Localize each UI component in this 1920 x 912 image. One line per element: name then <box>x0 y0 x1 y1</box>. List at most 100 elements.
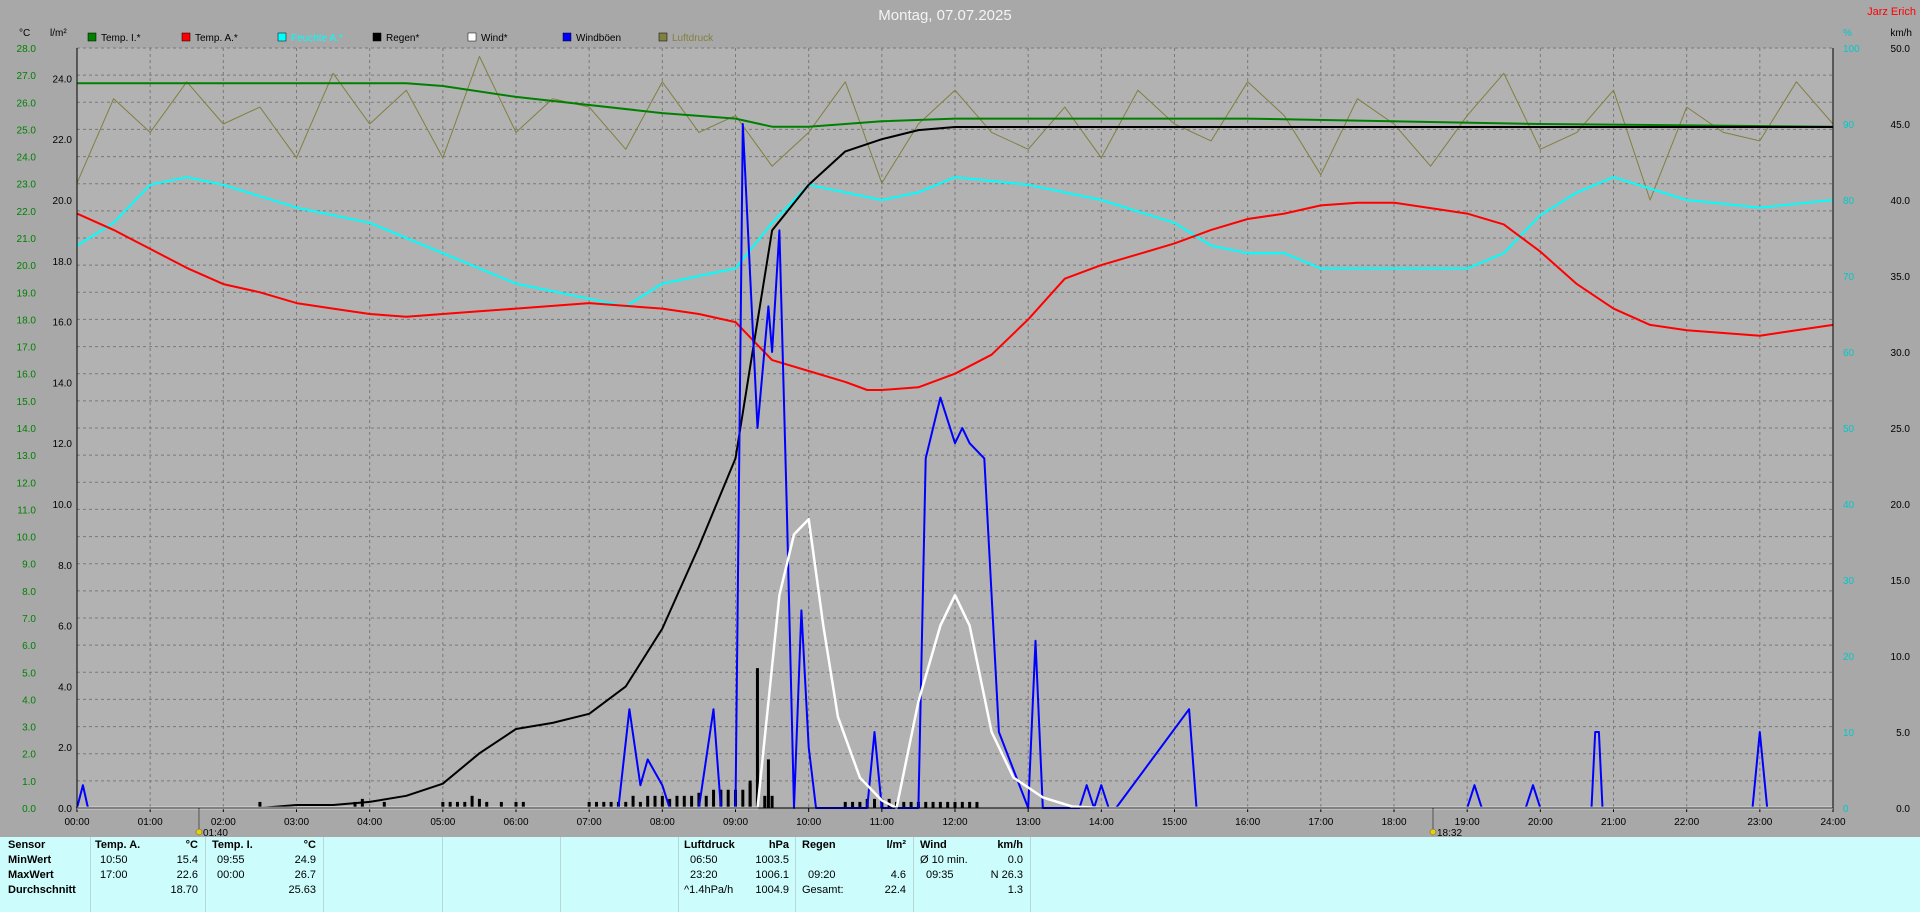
temp-i-header: Temp. I. <box>212 839 253 851</box>
temp-tick-label: 6.0 <box>22 641 36 652</box>
wind-tick-label: 50.0 <box>1891 44 1911 55</box>
temp-tick-label: 28.0 <box>17 44 37 55</box>
rain-bar <box>741 789 745 808</box>
time-tick-label: 06:00 <box>503 817 528 828</box>
legend-label: Windböen <box>576 33 621 44</box>
time-tick-label: 21:00 <box>1601 817 1626 828</box>
pressure-trend: ^1.4hPa/h <box>684 884 734 896</box>
rain-bar <box>646 795 650 808</box>
temp-tick-label: 22.0 <box>17 207 37 218</box>
marker-time-label: 01:40 <box>203 828 228 836</box>
rain-tick-label: 0.0 <box>58 804 72 815</box>
pressure-max-value: 1006.1 <box>755 869 789 881</box>
wind-tick-label: 25.0 <box>1891 424 1911 435</box>
left-axis-unit: °C <box>19 28 30 39</box>
wind-max-value: N 26.3 <box>990 869 1023 881</box>
humidity-tick-label: 50 <box>1843 424 1855 435</box>
time-tick-label: 05:00 <box>430 817 455 828</box>
rain-bar <box>975 801 979 808</box>
legend-swatch <box>372 32 382 42</box>
temp-tick-label: 25.0 <box>17 125 37 136</box>
rain-bar <box>470 795 474 808</box>
rain-header: Regen <box>802 839 836 851</box>
rain-bar <box>748 780 752 808</box>
pressure-avg-value: 1004.9 <box>755 884 789 896</box>
temp-tick-label: 23.0 <box>17 180 37 191</box>
rain-bar <box>704 795 708 808</box>
legend-swatch <box>181 32 191 42</box>
rain-total-value: 22.4 <box>884 884 906 896</box>
sensor-header: Sensor <box>8 839 46 851</box>
humidity-tick-label: 80 <box>1843 196 1855 207</box>
temp-tick-label: 3.0 <box>22 723 36 734</box>
humidity-tick-label: 100 <box>1843 44 1860 55</box>
legend-label: Temp. I.* <box>101 33 141 44</box>
temp-tick-label: 13.0 <box>17 451 37 462</box>
rain-tick-label: 8.0 <box>58 561 72 572</box>
rain-bar <box>660 795 664 808</box>
time-tick-label: 13:00 <box>1016 817 1041 828</box>
wind-tick-label: 40.0 <box>1891 196 1911 207</box>
rain-bar <box>653 795 657 808</box>
rain-bar <box>931 801 935 808</box>
rain-max-value: 4.6 <box>890 869 906 881</box>
rain-bar <box>763 795 767 808</box>
temp-a-max-time: 17:00 <box>100 869 128 881</box>
temp-tick-label: 1.0 <box>22 777 36 788</box>
time-tick-label: 03:00 <box>284 817 309 828</box>
rain-total-label: Gesamt: <box>802 884 844 896</box>
rain-bar <box>770 795 774 808</box>
rain-bar <box>946 801 950 808</box>
temp-i-max-time: 00:00 <box>217 869 245 881</box>
wind-tick-label: 30.0 <box>1891 348 1911 359</box>
humidity-tick-label: 0 <box>1843 804 1849 815</box>
temp-a-unit: °C <box>185 839 198 851</box>
wind-tick-label: 45.0 <box>1891 120 1911 131</box>
humidity-tick-label: 90 <box>1843 120 1855 131</box>
pressure-min-value: 1003.5 <box>755 854 789 866</box>
time-tick-label: 16:00 <box>1235 817 1260 828</box>
rain-bar <box>873 798 877 808</box>
temp-i-min-value: 24.9 <box>294 854 316 866</box>
rain-bar <box>938 801 942 808</box>
humidity-tick-label: 40 <box>1843 500 1855 511</box>
legend: Temp. I.* Temp. A.* Feuchte A.* Regen* Wind*… <box>87 32 714 44</box>
temp-a-header: Temp. A. <box>95 839 141 851</box>
sun-icon <box>195 828 203 836</box>
wind-tick-label: 35.0 <box>1891 272 1911 283</box>
rain-tick-label: 20.0 <box>53 196 73 207</box>
right-axis-unit: km/h <box>1890 28 1912 39</box>
rain-axis-labels: 24.0 22.0 20.0 18.0 16.0 14.0 12.0 10.0 8.0 6.0 4.… <box>53 74 73 815</box>
wind-unit: km/h <box>997 839 1023 851</box>
temp-a-max-value: 22.6 <box>176 869 198 881</box>
wind-tick-label: 0.0 <box>1896 804 1910 815</box>
time-tick-label: 02:00 <box>211 817 236 828</box>
rain-bar <box>924 801 928 808</box>
marker-time-label: 18:32 <box>1437 828 1462 836</box>
temp-tick-label: 0.0 <box>22 804 36 815</box>
temp-tick-label: 17.0 <box>17 343 37 354</box>
temp-tick-label: 15.0 <box>17 397 37 408</box>
legend-label: Feuchte A.* <box>291 33 343 44</box>
time-tick-label: 09:00 <box>723 817 748 828</box>
wind-tick-label: 20.0 <box>1891 500 1911 511</box>
time-tick-label: 04:00 <box>357 817 382 828</box>
time-tick-label: 20:00 <box>1528 817 1553 828</box>
temp-tick-label: 24.0 <box>17 153 37 164</box>
temp-tick-label: 10.0 <box>17 533 37 544</box>
temp-i-unit: °C <box>303 839 316 851</box>
wind-max-time: 09:35 <box>926 869 954 881</box>
wind-tick-label: 10.0 <box>1891 652 1911 663</box>
rain-bar <box>960 801 964 808</box>
temp-a-avg-value: 18.70 <box>170 884 198 896</box>
wind-header: Wind <box>920 839 947 851</box>
temp-tick-label: 5.0 <box>22 668 36 679</box>
rain-tick-label: 14.0 <box>53 378 73 389</box>
time-tick-label: 22:00 <box>1674 817 1699 828</box>
humidity-tick-label: 20 <box>1843 652 1855 663</box>
temp-tick-label: 14.0 <box>17 424 37 435</box>
rain-tick-label: 24.0 <box>53 74 73 85</box>
pressure-unit: hPa <box>768 839 789 851</box>
rain-tick-label: 2.0 <box>58 743 72 754</box>
temp-tick-label: 2.0 <box>22 750 36 761</box>
